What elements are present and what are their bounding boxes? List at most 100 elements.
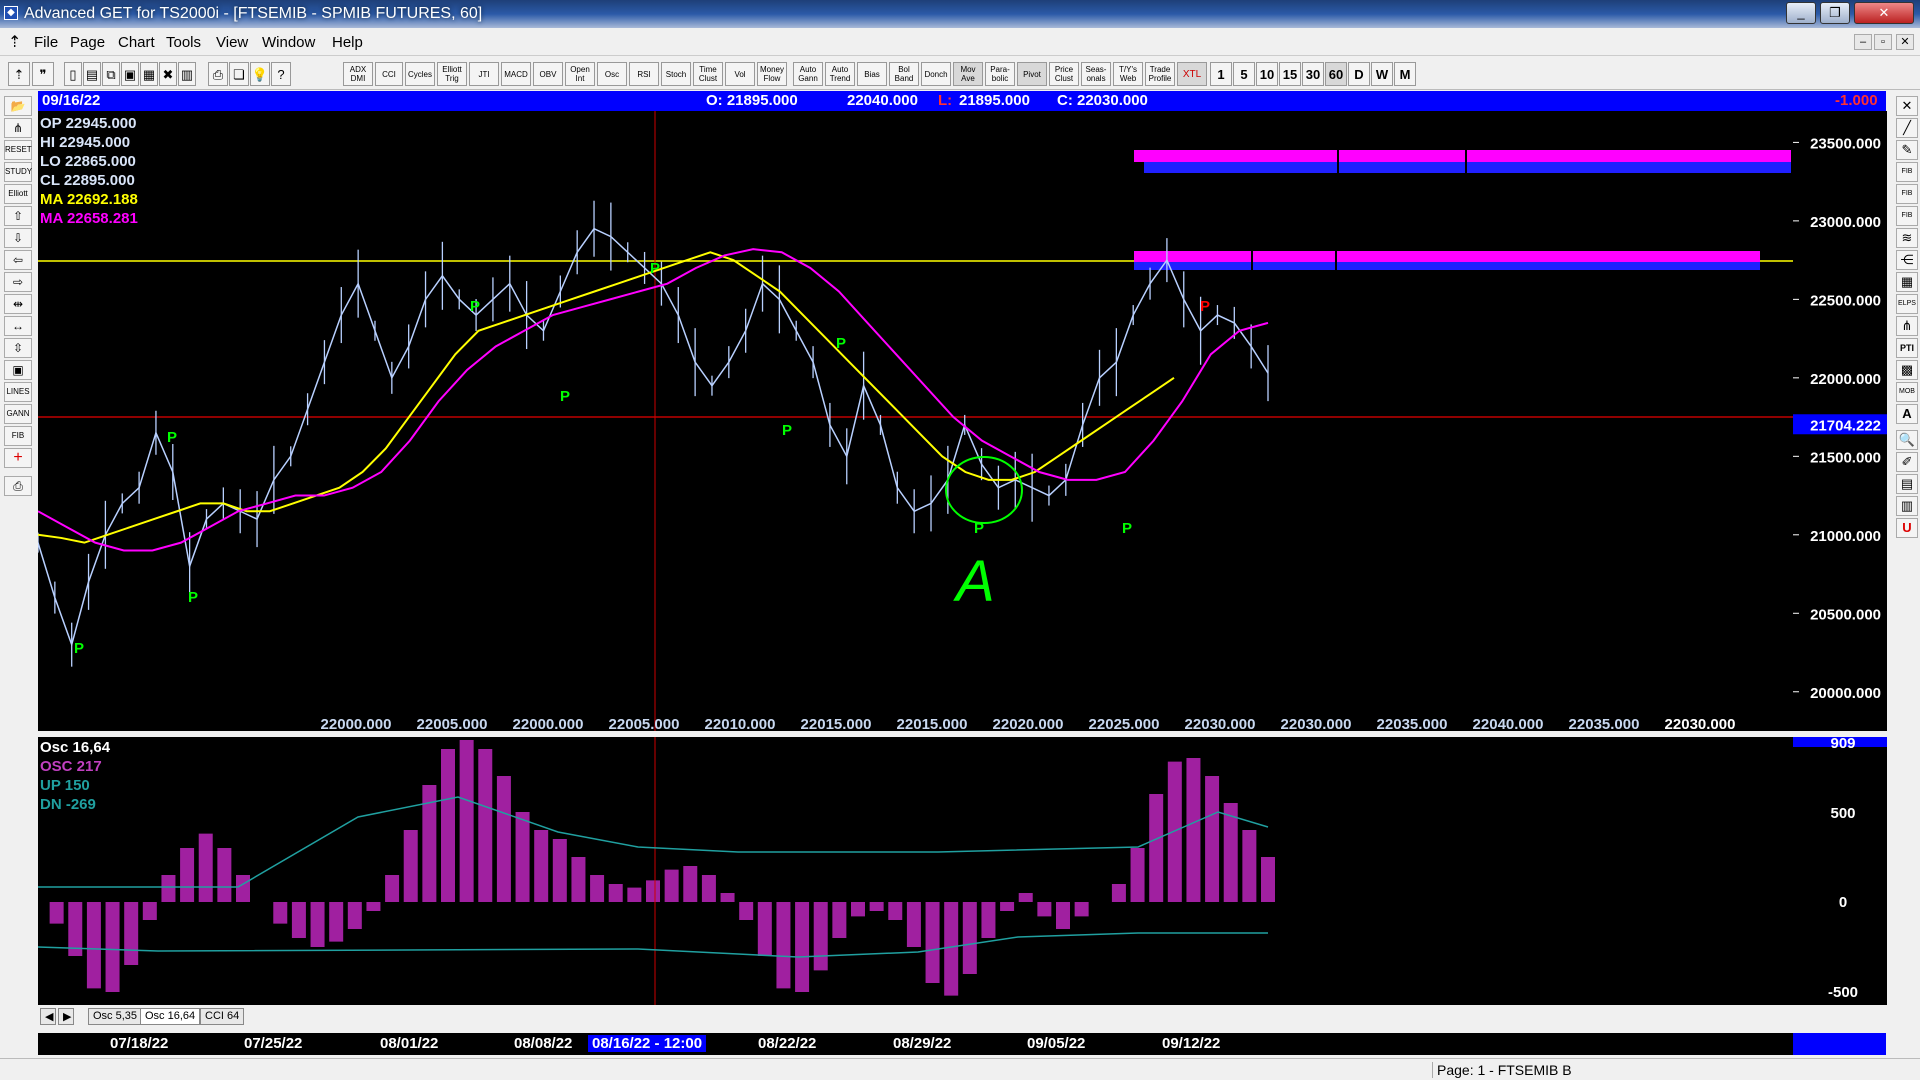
open-page-icon[interactable]: ▤ xyxy=(83,62,101,86)
tab-osc-5-35[interactable]: Osc 5,35 xyxy=(88,1008,143,1025)
grid-tool-icon[interactable]: ▩ xyxy=(1896,360,1918,380)
close-button[interactable]: ✕ xyxy=(1854,2,1914,24)
save-icon[interactable]: ▣ xyxy=(121,62,139,86)
date-axis[interactable]: 07/18/22 07/25/22 08/01/22 08/08/22 08/1… xyxy=(38,1033,1886,1055)
arrow-left-icon[interactable]: ⇦ xyxy=(4,250,32,270)
menu-help[interactable]: Help xyxy=(332,34,363,51)
tool-elliott-trig[interactable]: Elliott Trig xyxy=(437,62,467,86)
tool-rsi[interactable]: RSI xyxy=(629,62,659,86)
help-pointer-icon[interactable]: ❞ xyxy=(32,62,54,86)
study-icon[interactable]: STUDY xyxy=(4,162,32,182)
text-tool-icon[interactable]: A xyxy=(1896,404,1918,424)
period-weekly[interactable]: W xyxy=(1371,62,1393,86)
box-icon[interactable]: ▦ xyxy=(1896,272,1918,292)
print-icon[interactable]: ⎙ xyxy=(208,62,228,86)
fib-time-icon[interactable]: FIB TIME xyxy=(1896,206,1918,237)
minimize-button[interactable]: _ xyxy=(1786,2,1816,24)
table-icon[interactable]: ▥ xyxy=(1896,496,1918,516)
gann-icon[interactable]: GANN xyxy=(4,404,32,424)
layout-icon[interactable]: ▥ xyxy=(178,62,196,86)
menu-view[interactable]: View xyxy=(216,34,248,51)
fib-icon[interactable]: FIB xyxy=(4,426,32,446)
context-help-icon[interactable]: ? xyxy=(271,62,291,86)
grid-icon[interactable]: ▦ xyxy=(140,62,158,86)
tool-seasonals[interactable]: Seas-onals xyxy=(1081,62,1111,86)
lightbulb-icon[interactable]: 💡 xyxy=(250,62,270,86)
tab-scroll-right[interactable]: ▶ xyxy=(58,1008,74,1025)
pti-icon[interactable]: PTI xyxy=(1896,338,1918,358)
fan-icon[interactable]: ⋲ xyxy=(1896,250,1918,270)
tool-auto-trend[interactable]: Auto Trend xyxy=(825,62,855,86)
oscillator-scale[interactable]: 909 500 0 -500 xyxy=(1793,735,1887,1005)
tool-obv[interactable]: OBV xyxy=(533,62,563,86)
trendline-icon[interactable]: ╱ xyxy=(1896,118,1918,138)
tool-tys-web[interactable]: T/Y's Web xyxy=(1113,62,1143,86)
tool-open-int[interactable]: Open Int xyxy=(565,62,595,86)
tool-osc[interactable]: Osc xyxy=(597,62,627,86)
menu-tools[interactable]: Tools xyxy=(166,34,201,51)
arrow-right-icon[interactable]: ⇨ xyxy=(4,272,32,292)
maximize-button[interactable]: ❐ xyxy=(1820,2,1850,24)
tool-donch[interactable]: Donch xyxy=(921,62,951,86)
tool-time-clust[interactable]: Time Clust xyxy=(693,62,723,86)
tool-xtl[interactable]: XTL xyxy=(1177,62,1207,86)
list-icon[interactable]: ▤ xyxy=(1896,474,1918,494)
tool-parabolic[interactable]: Para-bolic xyxy=(985,62,1015,86)
tool-cci[interactable]: CCI xyxy=(375,62,403,86)
new-page-icon[interactable]: ▯ xyxy=(64,62,82,86)
pointer-icon[interactable]: ⇡ xyxy=(8,62,30,86)
elliott-icon[interactable]: Elliott xyxy=(4,184,32,204)
lines-icon[interactable]: LINES xyxy=(4,382,32,402)
tab-osc-16-64[interactable]: Osc 16,64 xyxy=(140,1008,201,1025)
oscillator-panel[interactable]: Osc 16,64 OSC 217 UP 150 DN -269 xyxy=(38,737,1793,1005)
pencil-icon[interactable]: ✎ xyxy=(1896,140,1918,160)
tool-adx-dmi[interactable]: ADX DMI xyxy=(343,62,373,86)
channel-icon[interactable]: ≋ xyxy=(1896,228,1918,248)
ellipse-icon[interactable]: ELPS xyxy=(1896,294,1918,314)
compress-horizontal-icon[interactable]: ⇹ xyxy=(4,294,32,314)
pitchfork-icon[interactable]: ⋔ xyxy=(1896,316,1918,336)
brush-icon[interactable]: ✐ xyxy=(1896,452,1918,472)
mdi-close-button[interactable]: ✕ xyxy=(1896,34,1914,50)
reset-icon[interactable]: RESET xyxy=(4,140,32,160)
undo-icon[interactable]: U xyxy=(1896,518,1918,538)
fib-ext-icon[interactable]: FIB EXT xyxy=(1896,184,1918,215)
tab-scroll-left[interactable]: ◀ xyxy=(40,1008,56,1025)
zoom-icon[interactable]: 🔍 xyxy=(1896,430,1918,450)
gann-fan-icon[interactable]: ⋔ xyxy=(4,118,32,138)
copy-icon[interactable]: ⧉ xyxy=(102,62,120,86)
tool-money-flow[interactable]: Money Flow xyxy=(757,62,787,86)
tab-cci-64[interactable]: CCI 64 xyxy=(200,1008,245,1025)
tool-vol[interactable]: Vol xyxy=(725,62,755,86)
tool-stoch[interactable]: Stoch xyxy=(661,62,691,86)
delete-icon[interactable]: ✖ xyxy=(159,62,177,86)
tool-pivot[interactable]: Pivot xyxy=(1017,62,1047,86)
period-15[interactable]: 15 xyxy=(1279,62,1301,86)
period-60[interactable]: 60 xyxy=(1325,62,1347,86)
cancel-drawing-icon[interactable]: ✕ xyxy=(1896,96,1918,116)
tool-bias[interactable]: Bias xyxy=(857,62,887,86)
expand-horizontal-icon[interactable]: ↔ xyxy=(4,316,32,336)
menu-page[interactable]: Page xyxy=(70,34,105,51)
tool-mov-ave[interactable]: Mov Ave xyxy=(953,62,983,86)
mdi-minimize-button[interactable]: – xyxy=(1854,34,1872,50)
mdi-restore-button[interactable]: ▫ xyxy=(1874,34,1892,50)
copy-chart-icon[interactable]: ❏ xyxy=(229,62,249,86)
tool-trade-profile[interactable]: Trade Profile xyxy=(1145,62,1175,86)
period-daily[interactable]: D xyxy=(1348,62,1370,86)
period-monthly[interactable]: M xyxy=(1394,62,1416,86)
crosshair-icon[interactable]: + xyxy=(4,448,32,468)
period-30[interactable]: 30 xyxy=(1302,62,1324,86)
fib-ret-icon[interactable]: FIB RET xyxy=(1896,162,1918,193)
menu-chart[interactable]: Chart xyxy=(118,34,155,51)
tool-cycles[interactable]: Cycles xyxy=(405,62,435,86)
open-chart-icon[interactable]: 📂 xyxy=(4,96,32,116)
period-5[interactable]: 5 xyxy=(1233,62,1255,86)
tool-bol-band[interactable]: Bol Band xyxy=(889,62,919,86)
tool-price-clust[interactable]: Price Clust xyxy=(1049,62,1079,86)
arrow-up-icon[interactable]: ⇧ xyxy=(4,206,32,226)
menu-window[interactable]: Window xyxy=(262,34,315,51)
document-icon[interactable]: ⇡ xyxy=(8,32,21,52)
print-page-icon[interactable]: ⎙ xyxy=(4,476,32,496)
price-scale[interactable]: 23500.000 23000.000 22500.000 22000.000 2150… xyxy=(1793,111,1887,731)
